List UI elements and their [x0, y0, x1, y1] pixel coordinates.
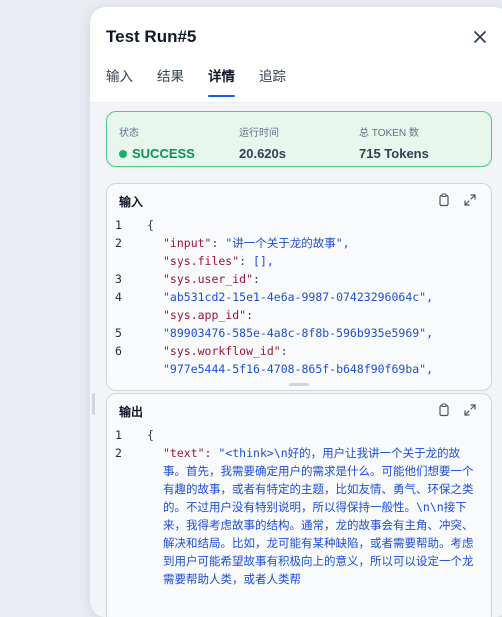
resize-handle[interactable]	[289, 383, 309, 386]
json-key: "input"	[163, 236, 212, 250]
page-title: Test Run#5	[106, 27, 197, 46]
status-badge: SUCCESS	[119, 146, 195, 161]
code-line: "977e5444-5f16-4708-865f-b648f90f69ba",	[107, 360, 491, 378]
tab-input[interactable]: 输入	[106, 63, 133, 97]
expand-icon[interactable]	[463, 403, 477, 417]
code-line: 2 "text": "<think>\n好的，用户让我讲一个关于龙的故事。首先，…	[107, 444, 491, 604]
close-icon[interactable]	[470, 27, 490, 47]
line-number: 5	[115, 326, 122, 340]
json-value: "89903476-585e-4a8c-8f8b-596b935e5969",	[163, 326, 434, 340]
input-panel-title: 输入	[119, 195, 144, 209]
time-stat: 运行时间 20.620s	[239, 124, 286, 161]
json-key: "text"	[163, 446, 205, 460]
panel-resize-handle[interactable]	[92, 393, 95, 415]
code-line: 3 "sys.user_id":	[107, 270, 491, 288]
code-line: 4 "ab531cd2-15e1-4e6a-9987-07423296064c"…	[107, 288, 491, 306]
tab-result[interactable]: 结果	[157, 63, 184, 97]
code-text: "sys.files": [],	[163, 254, 274, 268]
time-value: 20.620s	[239, 146, 286, 161]
code-text: "text": "<think>\n好的，用户让我讲一个关于龙的故事。首先，我需…	[163, 446, 474, 586]
json-value: "977e5444-5f16-4708-865f-b648f90f69ba",	[163, 362, 434, 376]
code-text: "sys.app_id":	[163, 308, 254, 322]
copy-icon[interactable]	[437, 193, 451, 207]
code-line: 2 "input": "讲一个关于龙的故事",	[107, 234, 491, 252]
json-key: "sys.workflow_id"	[163, 344, 281, 358]
line-number: 6	[115, 344, 122, 358]
json-key: "sys.files"	[163, 254, 240, 268]
token-label: 总 TOKEN 数	[359, 128, 419, 139]
code-line: "sys.app_id":	[107, 306, 491, 324]
code-text: "input": "讲一个关于龙的故事",	[163, 236, 350, 250]
input-panel: 输入 1 { 2 "input": "讲一个关于龙的故事", "sys.file…	[106, 183, 492, 391]
code-line: 5 "89903476-585e-4a8c-8f8b-596b935e5969"…	[107, 324, 491, 342]
tab-trace[interactable]: 追踪	[259, 63, 286, 97]
status-summary-card: 状态 SUCCESS 运行时间 20.620s 总 TOKEN 数 715 To…	[106, 111, 492, 167]
line-number: 3	[115, 272, 122, 286]
token-stat: 总 TOKEN 数 715 Tokens	[359, 124, 429, 161]
input-code: 1 { 2 "input": "讲一个关于龙的故事", "sys.files":…	[107, 216, 491, 378]
code-text: {	[147, 218, 154, 232]
code-line: 1 {	[107, 216, 491, 234]
output-code: 1 { 2 "text": "<think>\n好的，用户让我讲一个关于龙的故事…	[107, 426, 491, 604]
code-text: "sys.workflow_id":	[163, 344, 288, 358]
tab-detail[interactable]: 详情	[208, 63, 235, 97]
json-key: "sys.user_id"	[163, 272, 254, 286]
code-line: 6 "sys.workflow_id":	[107, 342, 491, 360]
status-label: 状态	[119, 128, 139, 139]
line-number: 2	[115, 236, 122, 250]
line-number: 1	[115, 218, 122, 232]
status-stat: 状态 SUCCESS	[119, 124, 195, 161]
run-detail-panel: Test Run#5 输入 结果 详情 追踪 状态 SUCCESS 运行时间 2…	[90, 7, 502, 617]
status-value: SUCCESS	[132, 146, 195, 161]
json-value: "讲一个关于龙的故事",	[225, 236, 350, 250]
copy-icon[interactable]	[437, 403, 451, 417]
line-number: 1	[115, 428, 122, 442]
line-number: 2	[115, 446, 122, 460]
time-label: 运行时间	[239, 128, 279, 139]
code-line: "sys.files": [],	[107, 252, 491, 270]
line-number: 4	[115, 290, 122, 304]
json-value: [],	[253, 254, 274, 268]
code-text: "sys.user_id":	[163, 272, 260, 286]
expand-icon[interactable]	[463, 193, 477, 207]
code-text: {	[147, 428, 154, 442]
success-dot-icon	[119, 149, 127, 158]
tab-bar: 输入 结果 详情 追踪	[106, 63, 502, 103]
json-key: "sys.app_id"	[163, 308, 247, 322]
token-value: 715 Tokens	[359, 146, 429, 161]
code-line: 1 {	[107, 426, 491, 444]
json-value: "ab531cd2-15e1-4e6a-9987-07423296064c",	[163, 290, 434, 304]
output-panel: 输出 1 { 2 "text": "<think>\n好的，用户让我讲一个关于龙…	[106, 393, 492, 617]
json-value: "<think>\n好的，用户让我讲一个关于龙的故事。首先，我需要确定用户的需求…	[163, 446, 474, 586]
output-panel-title: 输出	[119, 405, 144, 419]
